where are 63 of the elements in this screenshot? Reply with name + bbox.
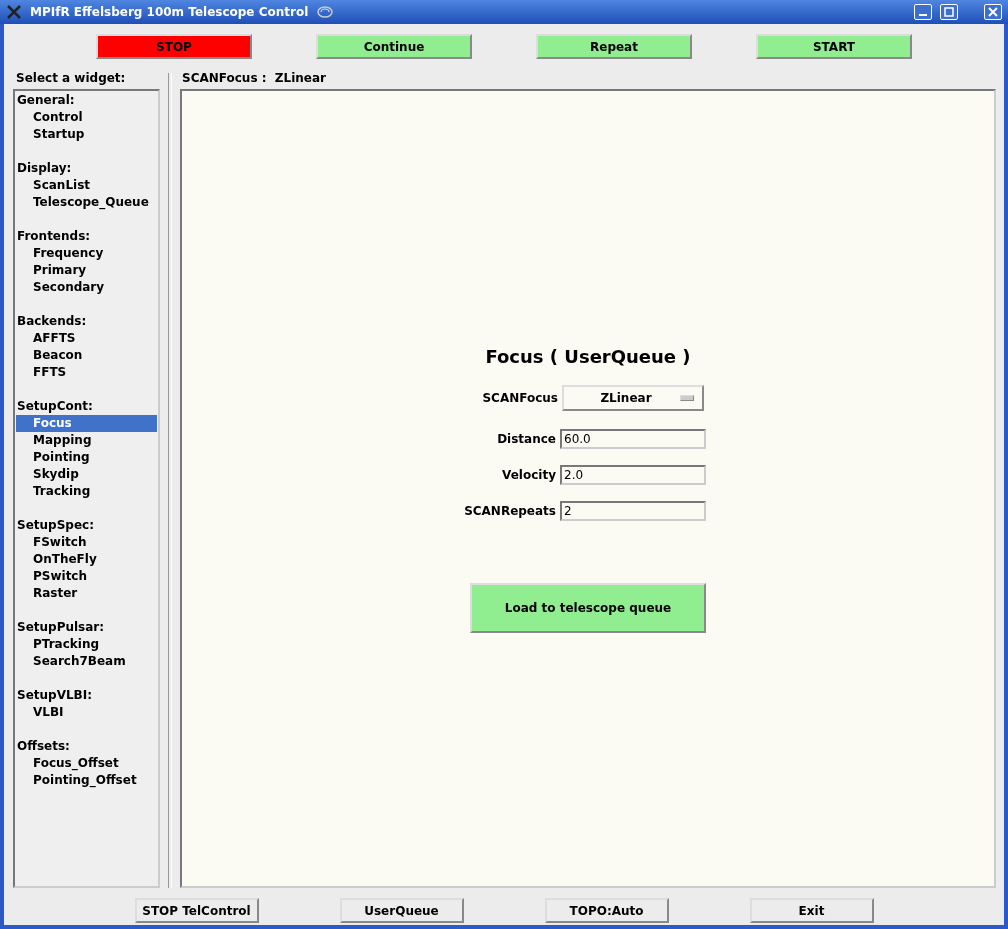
dropdown-indicator-icon: [680, 395, 694, 401]
minimize-button[interactable]: [914, 4, 932, 20]
input-field[interactable]: 60.0: [560, 429, 706, 449]
field-label: SCANRepeats: [464, 504, 556, 518]
input-field[interactable]: 2.0: [560, 465, 706, 485]
list-item[interactable]: Search7Beam: [16, 653, 157, 670]
group-heading: Frontends:: [16, 228, 92, 245]
list-item[interactable]: Secondary: [16, 279, 157, 296]
list-item[interactable]: Frequency: [16, 245, 157, 262]
list-item[interactable]: PSwitch: [16, 568, 157, 585]
list-item[interactable]: Mapping: [16, 432, 157, 449]
list-item[interactable]: PTracking: [16, 636, 157, 653]
group-heading: Offsets:: [16, 738, 71, 755]
list-item[interactable]: Beacon: [16, 347, 157, 364]
input-field[interactable]: 2: [560, 501, 706, 521]
field-label: Velocity: [502, 468, 556, 482]
footer-button[interactable]: Exit: [749, 898, 874, 923]
list-item[interactable]: Primary: [16, 262, 157, 279]
close-icon: [988, 7, 998, 17]
list-item[interactable]: Startup: [16, 126, 157, 143]
footer-button[interactable]: TOPO:Auto: [544, 898, 669, 923]
list-item[interactable]: Pointing: [16, 449, 157, 466]
group-heading: Backends:: [16, 313, 88, 330]
list-item[interactable]: OnTheFly: [16, 551, 157, 568]
list-item[interactable]: Focus_Offset: [16, 755, 157, 772]
list-item[interactable]: VLBI: [16, 704, 157, 721]
sidebar-title: Select a widget:: [15, 71, 127, 87]
maximize-button[interactable]: [940, 4, 958, 20]
group-heading: General:: [16, 92, 76, 109]
footer-button[interactable]: STOP TelControl: [134, 898, 259, 923]
load-queue-button[interactable]: Load to telescope queue: [470, 583, 706, 633]
stop-button[interactable]: STOP: [96, 34, 252, 59]
maximize-icon: [944, 7, 954, 17]
field-label: Distance: [497, 432, 556, 446]
swirl-icon: [316, 5, 335, 19]
list-item[interactable]: AFFTS: [16, 330, 157, 347]
form-heading: Focus ( UserQueue ): [484, 346, 692, 367]
x-logo-icon: [6, 4, 22, 20]
footer-button[interactable]: UserQueue: [339, 898, 464, 923]
list-item[interactable]: Focus: [16, 415, 157, 432]
field-label: SCANFocus: [482, 391, 558, 405]
dropdown[interactable]: ZLinear: [562, 385, 704, 411]
breadcrumb: SCANFocus : ZLinear: [181, 71, 328, 87]
group-heading: SetupPulsar:: [16, 619, 106, 636]
list-item[interactable]: FSwitch: [16, 534, 157, 551]
group-heading: SetupSpec:: [16, 517, 95, 534]
list-item[interactable]: Telescope_Queue: [16, 194, 157, 211]
minimize-icon: [919, 14, 927, 16]
window-title: MPIfR Effelsberg 100m Telescope Control: [30, 5, 309, 19]
close-button[interactable]: [984, 4, 1002, 20]
list-item[interactable]: Skydip: [16, 466, 157, 483]
group-heading: SetupCont:: [16, 398, 94, 415]
list-item[interactable]: ScanList: [16, 177, 157, 194]
control-button[interactable]: Continue: [316, 34, 472, 59]
list-item[interactable]: Raster: [16, 585, 157, 602]
list-item[interactable]: Pointing_Offset: [16, 772, 157, 789]
list-item[interactable]: Control: [16, 109, 157, 126]
group-heading: Display:: [16, 160, 73, 177]
control-button[interactable]: Repeat: [536, 34, 692, 59]
list-item[interactable]: Tracking: [16, 483, 157, 500]
control-button[interactable]: START: [756, 34, 912, 59]
list-item[interactable]: FFTS: [16, 364, 157, 381]
group-heading: SetupVLBI:: [16, 687, 93, 704]
